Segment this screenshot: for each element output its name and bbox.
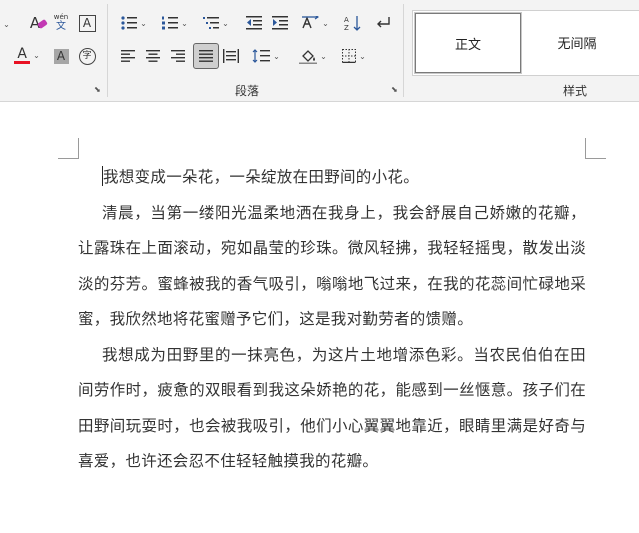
distributed-icon [223,49,239,63]
distributed-button[interactable] [220,45,242,67]
decrease-indent-button[interactable] [243,12,265,34]
clear-formatting-icon: A [30,14,48,32]
svg-text:Z: Z [344,24,349,31]
character-shading-button[interactable]: A [51,45,71,67]
justify-icon [199,50,213,62]
paragraph-shading-button[interactable]: ⌄ [296,45,330,67]
font-color-button[interactable]: A ⌄ [10,44,44,66]
svg-text:A: A [344,16,349,24]
align-center-button[interactable] [142,45,164,67]
document-page[interactable]: 我想变成一朵花，一朵绽放在田野间的小花。 清晨，当第一缕阳光温柔地洒在我身上，我… [0,102,639,533]
shading-bucket-icon [299,50,318,64]
sort-icon: A Z [344,16,361,31]
style-normal[interactable]: 正文 [414,12,522,74]
paragraph-2[interactable]: 清晨，当第一缕阳光温柔地洒在我身上，我会舒展自己娇嫩的花瓣，让露珠在上面滚动，宛… [78,196,586,338]
multilevel-list-button[interactable]: ⌄ [199,12,233,34]
sort-button[interactable]: A Z [342,12,364,34]
paragraph-group-label: 段落 [235,84,260,98]
increase-indent-button[interactable] [269,12,291,34]
align-center-icon [146,50,160,62]
decrease-indent-icon [246,16,262,30]
style-no-spacing-label: 无间隔 [557,36,597,52]
ribbon: ⌄ A wén 文 A A ⌄ A 字 ⬊ ⌄ ⌄ ⌄ ⌄ A Z ⌄ ⌄ ⌄ … [0,0,639,102]
increase-indent-icon [272,16,288,30]
align-right-icon [171,50,185,62]
clear-formatting-button[interactable]: A [24,12,48,34]
chinese-layout-button[interactable]: ⌄ [298,12,332,34]
group-separator [403,4,404,97]
group-separator [107,4,108,97]
show-hide-marks-button[interactable] [372,12,394,34]
borders-button[interactable]: ⌄ [337,45,371,67]
phonetic-guide-button[interactable]: wén 文 [51,11,71,33]
align-left-button[interactable] [117,45,139,67]
paragraph-dialog-launcher[interactable]: ⬊ [391,86,399,94]
font-options-caret[interactable]: ⌄ [0,13,10,35]
numbering-button[interactable]: ⌄ [158,12,192,34]
borders-icon [342,49,357,63]
font-color-icon: A [14,47,31,64]
font-dialog-launcher[interactable]: ⬊ [94,86,102,94]
style-no-spacing[interactable]: 无间隔 [525,13,629,71]
bullets-button[interactable]: ⌄ [117,12,151,34]
chinese-layout-icon [302,16,320,29]
justify-button[interactable] [193,43,219,69]
line-spacing-button[interactable]: ⌄ [249,45,283,67]
align-right-button[interactable] [167,45,189,67]
document-body[interactable]: 我想变成一朵花，一朵绽放在田野间的小花。 清晨，当第一缕阳光温柔地洒在我身上，我… [78,160,586,480]
margin-corner-top-left [58,138,79,159]
paragraph-mark-icon [377,17,390,28]
paragraph-1[interactable]: 我想变成一朵花，一朵绽放在田野间的小花。 [78,160,586,196]
bullets-icon [121,16,138,30]
styles-group-label: 样式 [563,84,588,98]
paragraph-3[interactable]: 我想成为田野里的一抹亮色，为这片土地增添色彩。当农民伯伯在田间劳作时，疲惫的双眼… [78,338,586,480]
multilevel-list-icon [203,17,220,29]
margin-corner-top-right [585,138,606,159]
align-left-icon [121,50,135,62]
line-spacing-icon [252,49,271,63]
style-normal-label: 正文 [454,37,481,53]
numbering-icon [162,16,179,30]
enclose-characters-button[interactable]: 字 [77,45,97,67]
character-border-button[interactable]: A [77,12,97,34]
